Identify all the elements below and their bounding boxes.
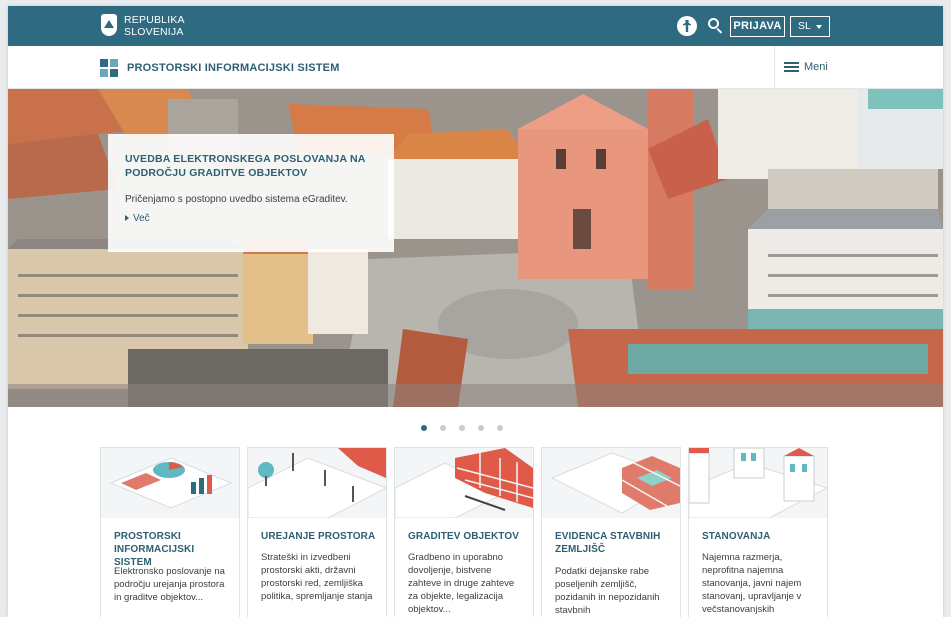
card-text: Podatki dejanske rabe poseljenih zemljiš… — [555, 566, 660, 616]
card-title[interactable]: UREJANJE PROSTORA — [261, 530, 381, 543]
slider-dot-5[interactable] — [497, 425, 503, 431]
card-stanovanja[interactable]: STANOVANJA Najemna razmerja, neprofitna … — [688, 447, 828, 617]
browser-viewport: REPUBLIKA SLOVENIJA PRIJAVA SL PROSTORSK… — [8, 6, 943, 617]
brand-line-1: REPUBLIKA — [124, 14, 185, 26]
slider-dot-2[interactable] — [440, 425, 446, 431]
card-text: Strateški in izvedbeni prostorski akti, … — [261, 552, 373, 602]
hero-text: Pričenjamo s postopno uvedbo sistema eGr… — [125, 194, 348, 205]
language-select[interactable]: SL — [790, 16, 830, 37]
card-pis[interactable]: PROSTORSKI INFORMACIJSKI SISTEM Elektron… — [100, 447, 240, 617]
slider-dot-1[interactable] — [421, 425, 427, 431]
card-title[interactable]: GRADITEV OBJEKTOV — [408, 530, 528, 543]
card-title[interactable]: PROSTORSKI INFORMACIJSKI SISTEM — [114, 530, 234, 569]
card-title[interactable]: STANOVANJA — [702, 530, 822, 543]
search-icon[interactable] — [708, 18, 719, 29]
top-bar: REPUBLIKA SLOVENIJA PRIJAVA SL — [8, 6, 943, 46]
hero-caption-card[interactable]: UVEDBA ELEKTRONSKEGA POSLOVANJA NA PODRO… — [108, 134, 394, 252]
hero-title[interactable]: UVEDBA ELEKTRONSKEGA POSLOVANJA NA PODRO… — [125, 152, 377, 180]
houses-illustration-icon — [689, 448, 827, 518]
card-text: Gradbeno in uporabno dovoljenje, bistven… — [408, 552, 515, 615]
land-plots-illustration-icon — [542, 448, 680, 518]
slider-pagination — [421, 425, 516, 433]
site-header: PROSTORSKI INFORMACIJSKI SISTEM Meni — [8, 46, 943, 89]
pis-logo-icon[interactable] — [100, 59, 118, 77]
coat-of-arms-icon[interactable] — [101, 14, 117, 36]
login-button[interactable]: PRIJAVA — [730, 16, 785, 37]
brand-line-2: SLOVENIJA — [124, 26, 184, 38]
hero-slider[interactable]: UVEDBA ELEKTRONSKEGA POSLOVANJA NA PODRO… — [8, 89, 943, 407]
hamburger-icon[interactable] — [784, 62, 799, 72]
card-urejanje-prostora[interactable]: UREJANJE PROSTORA Strateški in izvedbeni… — [247, 447, 387, 617]
menu-button[interactable]: Meni — [804, 61, 828, 73]
accessibility-icon[interactable] — [677, 16, 697, 36]
card-evidenca-stavbnih-zemljisc[interactable]: EVIDENCA STAVBNIH ZEMLJIŠČ Podatki dejan… — [541, 447, 681, 617]
card-text: Najemna razmerja, neprofitna najemna sta… — [702, 552, 802, 615]
caret-down-icon — [816, 25, 822, 29]
chart-illustration-icon — [101, 448, 239, 518]
slider-dot-3[interactable] — [459, 425, 465, 431]
brick-wall-illustration-icon — [395, 448, 533, 518]
site-title[interactable]: PROSTORSKI INFORMACIJSKI SISTEM — [127, 62, 340, 74]
card-text: Elektronsko poslovanje na področju ureja… — [114, 566, 225, 603]
map-pins-illustration-icon — [248, 448, 386, 518]
government-brand[interactable]: REPUBLIKA SLOVENIJA — [124, 14, 185, 38]
slider-dot-4[interactable] — [478, 425, 484, 431]
hero-more-link[interactable]: Več — [125, 213, 377, 224]
menu-divider — [774, 46, 775, 89]
card-graditev-objektov[interactable]: GRADITEV OBJEKTOV Gradbeno in uporabno d… — [394, 447, 534, 617]
language-value: SL — [798, 20, 811, 32]
card-title[interactable]: EVIDENCA STAVBNIH ZEMLJIŠČ — [555, 530, 675, 556]
